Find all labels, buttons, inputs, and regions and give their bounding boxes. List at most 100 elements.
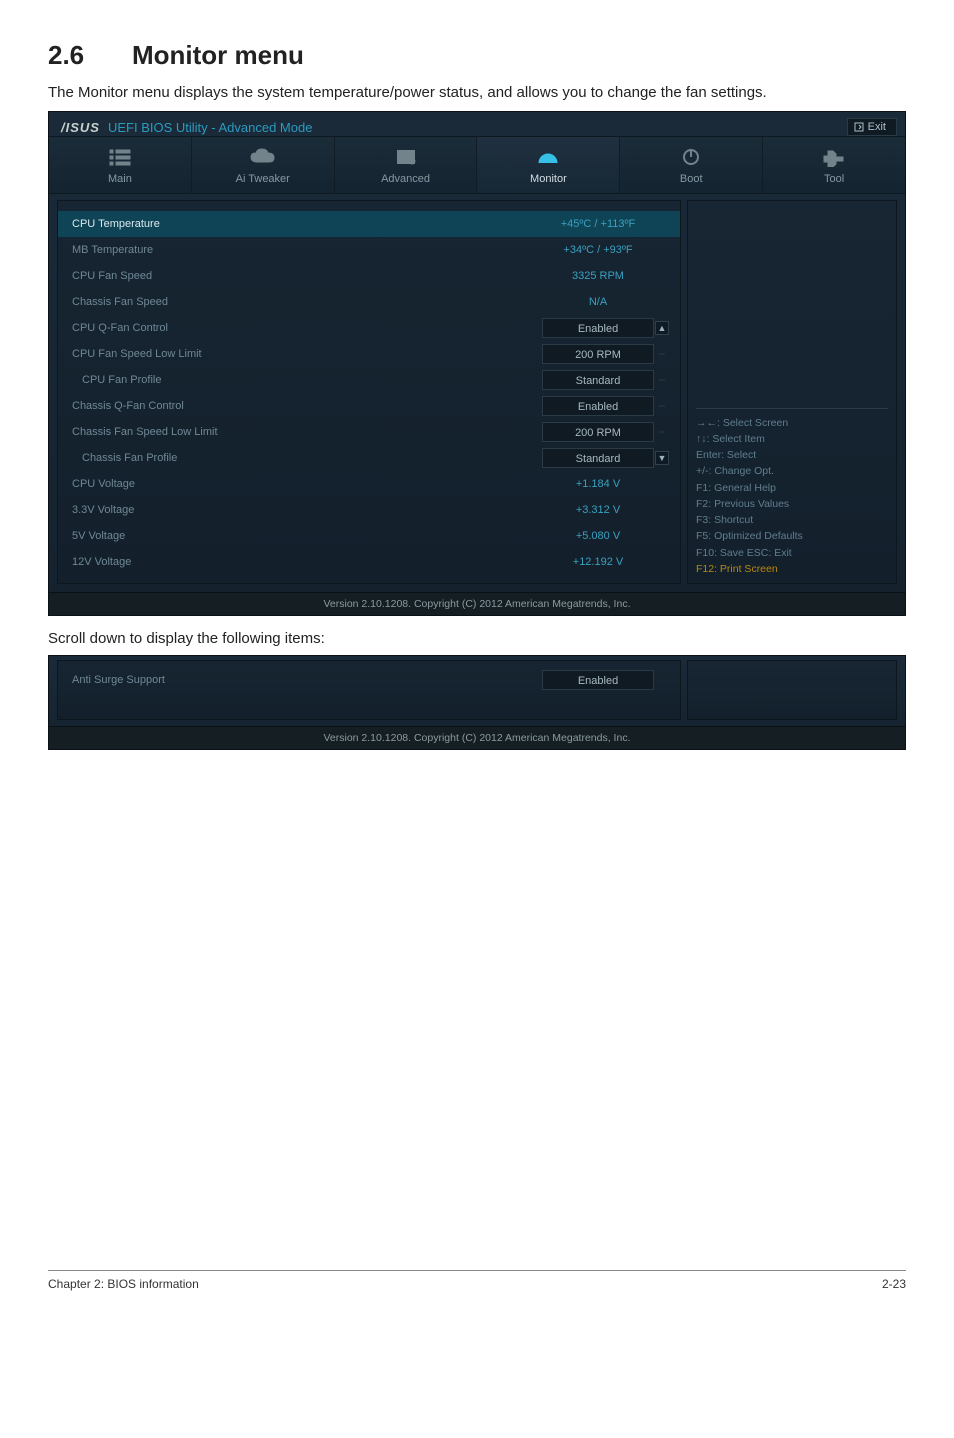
item-value: +45ºC / +113ºF (542, 218, 654, 230)
help-pane: →←: Select Screen ↑↓: Select Item Enter:… (687, 200, 897, 584)
bios-mode-text: UEFI BIOS Utility - Advanced Mode (108, 120, 312, 135)
scroll-up-button[interactable]: ▲ (655, 321, 669, 335)
row-chassis-fan-low-limit[interactable]: Chassis Fan Speed Low Limit200 RPM (58, 419, 680, 445)
item-label: Chassis Fan Speed Low Limit (72, 426, 542, 438)
item-label: Chassis Fan Profile (72, 452, 542, 464)
scroll-track[interactable] (659, 353, 665, 355)
row-3v3-voltage[interactable]: 3.3V Voltage+3.312 V (58, 497, 680, 523)
gauge-icon (477, 147, 619, 167)
item-value[interactable]: 200 RPM (542, 422, 654, 442)
help-line: F5: Optimized Defaults (696, 528, 888, 544)
row-cpu-temperature[interactable]: CPU Temperature+45ºC / +113ºF (58, 211, 680, 237)
tab-monitor[interactable]: Monitor (477, 137, 620, 193)
exit-label: Exit (868, 121, 886, 133)
item-value: +3.312 V (542, 504, 654, 516)
item-value: N/A (542, 296, 654, 308)
item-value: 3325 RPM (542, 270, 654, 282)
item-label: CPU Fan Speed Low Limit (72, 348, 542, 360)
row-chassis-fan-profile[interactable]: Chassis Fan ProfileStandard▼ (58, 445, 680, 471)
wrench-icon (763, 147, 905, 167)
tab-advanced[interactable]: Advanced (335, 137, 478, 193)
list-icon (49, 147, 191, 167)
item-label: 3.3V Voltage (72, 504, 542, 516)
section-heading: 2.6Monitor menu (48, 40, 906, 71)
item-value[interactable]: Standard (542, 370, 654, 390)
help-line: ↑↓: Select Item (696, 431, 888, 447)
tab-label: Main (49, 173, 191, 185)
bios-window-fragment: Anti Surge Support Enabled Version 2.10.… (48, 655, 906, 750)
item-value: +34ºC / +93ºF (542, 244, 654, 256)
item-label: CPU Temperature (72, 218, 542, 230)
help-pane-fragment (687, 660, 897, 720)
item-label: MB Temperature (72, 244, 542, 256)
tab-boot[interactable]: Boot (620, 137, 763, 193)
row-5v-voltage[interactable]: 5V Voltage+5.080 V (58, 523, 680, 549)
help-line: Enter: Select (696, 447, 888, 463)
item-value: +1.184 V (542, 478, 654, 490)
item-label: CPU Voltage (72, 478, 542, 490)
tab-ai-tweaker[interactable]: Ai Tweaker (192, 137, 335, 193)
tab-label: Tool (763, 173, 905, 185)
row-anti-surge[interactable]: Anti Surge Support Enabled (58, 667, 680, 693)
help-line: F2: Previous Values (696, 496, 888, 512)
section-title-text: Monitor menu (132, 40, 304, 70)
chip-icon (335, 147, 477, 167)
page-footer: Chapter 2: BIOS information 2-23 (48, 1270, 906, 1291)
tab-label: Boot (620, 173, 762, 185)
scroll-note: Scroll down to display the following ite… (48, 630, 906, 647)
help-text: →←: Select Screen ↑↓: Select Item Enter:… (696, 408, 888, 578)
item-value: +5.080 V (542, 530, 654, 542)
item-value: +12.192 V (542, 556, 654, 568)
footer-left: Chapter 2: BIOS information (48, 1277, 199, 1291)
row-cpu-fan-speed[interactable]: CPU Fan Speed3325 RPM (58, 263, 680, 289)
item-label: Chassis Fan Speed (72, 296, 542, 308)
row-12v-voltage[interactable]: 12V Voltage+12.192 V (58, 549, 680, 575)
row-cpu-fan-profile[interactable]: CPU Fan ProfileStandard (58, 367, 680, 393)
exit-button[interactable]: Exit (847, 118, 897, 136)
intro-paragraph: The Monitor menu displays the system tem… (48, 83, 906, 103)
help-line: F1: General Help (696, 480, 888, 496)
item-label: 5V Voltage (72, 530, 542, 542)
row-cpu-qfan-control[interactable]: CPU Q-Fan ControlEnabled▲ (58, 315, 680, 341)
exit-icon (854, 122, 864, 132)
row-cpu-fan-low-limit[interactable]: CPU Fan Speed Low Limit200 RPM (58, 341, 680, 367)
settings-list: CPU Temperature+45ºC / +113ºF MB Tempera… (57, 200, 681, 584)
title-bar: /ISUS UEFI BIOS Utility - Advanced Mode … (49, 112, 905, 136)
row-cpu-voltage[interactable]: CPU Voltage+1.184 V (58, 471, 680, 497)
scroll-track[interactable] (659, 405, 665, 407)
scroll-track[interactable] (659, 379, 665, 381)
scroll-track[interactable] (659, 431, 665, 433)
item-value[interactable]: Enabled (542, 396, 654, 416)
tab-tool[interactable]: Tool (763, 137, 905, 193)
item-label: 12V Voltage (72, 556, 542, 568)
item-value[interactable]: 200 RPM (542, 344, 654, 364)
bios-window-main: /ISUS UEFI BIOS Utility - Advanced Mode … (48, 111, 906, 616)
help-line: F3: Shortcut (696, 512, 888, 528)
item-label: Chassis Q-Fan Control (72, 400, 542, 412)
help-line: +/-: Change Opt. (696, 463, 888, 479)
item-label: CPU Q-Fan Control (72, 322, 542, 334)
tab-bar: Main Ai Tweaker Advanced Monitor Boot To… (49, 136, 905, 194)
item-value[interactable]: Enabled (542, 670, 654, 690)
brand-logo: /ISUS (61, 120, 100, 135)
tab-label: Ai Tweaker (192, 173, 334, 185)
tab-label: Advanced (335, 173, 477, 185)
row-mb-temperature[interactable]: MB Temperature+34ºC / +93ºF (58, 237, 680, 263)
row-chassis-fan-speed[interactable]: Chassis Fan SpeedN/A (58, 289, 680, 315)
bios-footer: Version 2.10.1208. Copyright (C) 2012 Am… (49, 592, 905, 615)
tab-label: Monitor (477, 173, 619, 185)
help-line: F12: Print Screen (696, 561, 888, 577)
footer-right: 2-23 (882, 1277, 906, 1291)
power-icon (620, 147, 762, 167)
bios-footer-fragment: Version 2.10.1208. Copyright (C) 2012 Am… (49, 726, 905, 749)
section-number: 2.6 (48, 40, 132, 71)
item-value[interactable]: Enabled (542, 318, 654, 338)
help-line: F10: Save ESC: Exit (696, 545, 888, 561)
item-label: CPU Fan Profile (72, 374, 542, 386)
tab-main[interactable]: Main (49, 137, 192, 193)
item-value[interactable]: Standard (542, 448, 654, 468)
row-chassis-qfan-control[interactable]: Chassis Q-Fan ControlEnabled (58, 393, 680, 419)
item-label: Anti Surge Support (72, 674, 542, 686)
item-label: CPU Fan Speed (72, 270, 542, 282)
scroll-down-button[interactable]: ▼ (655, 451, 669, 465)
